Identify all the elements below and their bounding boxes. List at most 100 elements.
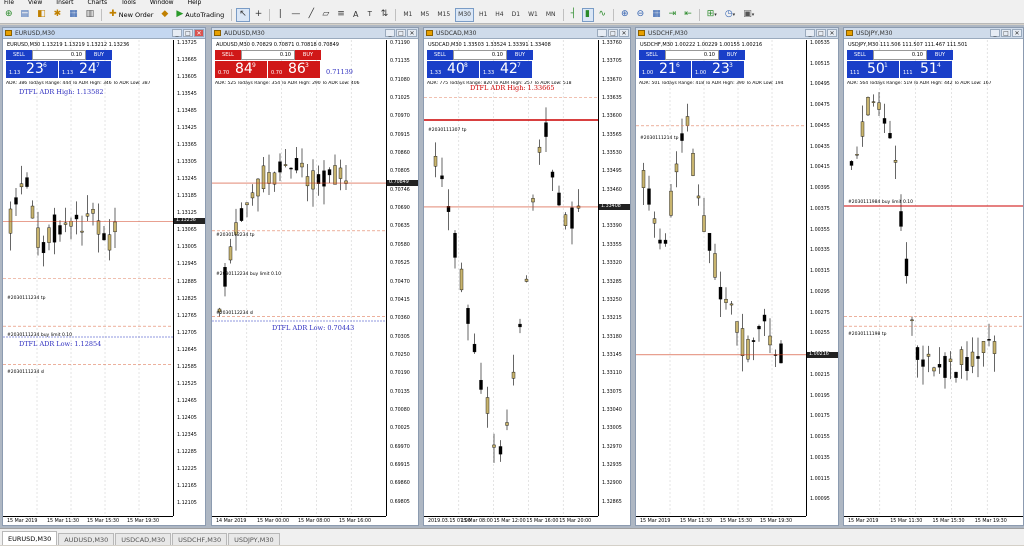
maximize-button[interactable]: □ <box>1001 29 1011 37</box>
lot-size-input[interactable]: 0.10 <box>453 50 507 60</box>
time-axis[interactable]: 15 Mar 2019 15 Mar 11:30 15 Mar 15:30 15 Ma… <box>636 516 806 525</box>
minimize-button[interactable]: _ <box>805 29 815 37</box>
chart-plot-area[interactable]: AUDUSD,M30 0.70829 0.70871 0.70818 0.708… <box>212 40 418 525</box>
timeframe-m15[interactable]: M15 <box>434 8 453 22</box>
timeframe-m30[interactable]: M30 <box>455 7 474 22</box>
close-button[interactable]: ✕ <box>1012 29 1022 37</box>
buy-button[interactable]: BUY <box>86 50 112 60</box>
order-label[interactable]: #2030112234 tp <box>216 233 254 238</box>
order-label[interactable]: #2030111307 tp <box>428 128 466 133</box>
timeframe-h1[interactable]: H1 <box>476 8 490 22</box>
tester-button[interactable]: ▥ <box>83 8 98 22</box>
minimize-button[interactable]: _ <box>172 29 182 37</box>
chart-window-title[interactable]: USDJPY,M30 _ □ ✕ <box>844 28 1023 39</box>
maximize-button[interactable]: □ <box>183 29 193 37</box>
timeframe-m1[interactable]: M1 <box>400 8 415 22</box>
time-axis[interactable]: 2019.03.15 07:00 15 Mar 08:00 15 Mar 12:00… <box>424 516 598 525</box>
bid-price-box[interactable]: 0.70 84 9 <box>215 61 267 78</box>
horizontal-line-tool[interactable]: — <box>288 8 303 22</box>
zoom-in-button[interactable]: ⊕ <box>618 8 632 22</box>
order-label[interactable]: #2030111234 tp <box>7 296 45 301</box>
periods-button[interactable]: ◷ ▾ <box>722 8 738 22</box>
close-button[interactable]: ✕ <box>619 29 629 37</box>
timeframe-m5[interactable]: M5 <box>417 8 432 22</box>
zoom-out-button[interactable]: ⊖ <box>634 8 648 22</box>
timeframe-mn[interactable]: MN <box>543 8 559 22</box>
price-axis[interactable]: 0.71190 0.71135 0.71080 0.71025 0.70970 0.709… <box>386 40 418 516</box>
tab-eurusd[interactable]: EURUSD,M30 <box>2 531 58 545</box>
label-tool[interactable]: T <box>364 8 376 22</box>
sell-button[interactable]: SELL <box>847 50 873 60</box>
time-axis[interactable]: 15 Mar 2019 15 Mar 11:30 15 Mar 15:30 15 Ma… <box>3 516 173 525</box>
maximize-button[interactable]: □ <box>396 29 406 37</box>
bid-price-box[interactable]: 1.00 21 6 <box>639 61 691 78</box>
metaeditor-button[interactable]: ◆ <box>158 8 171 22</box>
order-label[interactable]: #2030111984 buy limit 0.10 <box>848 200 913 205</box>
bid-price-box[interactable]: 1.13 23 6 <box>6 61 58 78</box>
buy-button[interactable]: BUY <box>507 50 533 60</box>
new-chart-button[interactable]: ⊕ <box>2 8 16 22</box>
bid-price-box[interactable]: 1.33 40 8 <box>427 61 479 78</box>
ask-price-box[interactable]: 0.70 86 3 <box>268 61 320 78</box>
sell-button[interactable]: SELL <box>639 50 665 60</box>
cursor-tool[interactable]: ↖ <box>236 7 250 22</box>
buy-button[interactable]: BUY <box>719 50 745 60</box>
candle-chart-button[interactable]: ▮ <box>581 7 594 22</box>
close-button[interactable]: ✕ <box>827 29 837 37</box>
market-watch-button[interactable]: ◧ <box>34 8 49 22</box>
timeframe-h4[interactable]: H4 <box>492 8 506 22</box>
crosshair-tool[interactable]: + <box>252 8 266 22</box>
chart-window-title[interactable]: AUDUSD,M30 _ □ ✕ <box>212 28 418 39</box>
chart-shift-button[interactable]: ⇤ <box>681 8 695 22</box>
price-axis[interactable]: 1.13725 1.13665 1.13605 1.13545 1.13485 1.134… <box>173 40 205 516</box>
price-axis[interactable]: 1.00535 1.00515 1.00495 1.00475 1.00455 1.004… <box>806 40 838 516</box>
lot-size-input[interactable]: 0.10 <box>32 50 86 60</box>
maximize-button[interactable]: □ <box>608 29 618 37</box>
chart-plot-area[interactable]: USDCHF,M30 1.00222 1.00229 1.00155 1.002… <box>636 40 838 525</box>
chart-plot-area[interactable]: USDCAD,M30 1.33503 1.33524 1.33391 1.334… <box>424 40 630 525</box>
minimize-button[interactable]: _ <box>990 29 1000 37</box>
chart-window-title[interactable]: EURUSD,M30 _ □ ✕ <box>3 28 205 39</box>
chart-window-title[interactable]: USDCHF,M30 _ □ ✕ <box>636 28 838 39</box>
chart-plot-area[interactable]: EURUSD,M30 1.13219 1.13219 1.13212 1.132… <box>3 40 205 525</box>
bid-price-box[interactable]: 111 50 1 <box>847 61 899 78</box>
timeframe-w1[interactable]: W1 <box>525 8 541 22</box>
sell-button[interactable]: SELL <box>427 50 453 60</box>
time-axis[interactable]: 14 Mar 2019 15 Mar 00:00 15 Mar 08:00 15 Ma… <box>212 516 386 525</box>
chart-window-4[interactable]: USDJPY,M30 _ □ ✕ USDJPY,M30 111.506 111.… <box>843 27 1024 526</box>
new-order-button[interactable]: ✚ New Order <box>106 8 156 22</box>
chart-window-2[interactable]: USDCAD,M30 _ □ ✕ USDCAD,M30 1.33503 1.33… <box>423 27 631 526</box>
time-axis[interactable]: 15 Mar 2019 15 Mar 11:30 15 Mar 15:30 15 Ma… <box>844 516 1023 525</box>
auto-scroll-button[interactable]: ⇥ <box>666 8 680 22</box>
buy-button[interactable]: BUY <box>295 50 321 60</box>
line-chart-button[interactable]: ∿ <box>596 8 610 22</box>
sell-button[interactable]: SELL <box>6 50 32 60</box>
tab-usdcad[interactable]: USDCAD,M30 <box>115 533 172 545</box>
maximize-button[interactable]: □ <box>816 29 826 37</box>
fibo-tool[interactable]: ≡ <box>334 8 348 22</box>
ask-price-box[interactable]: 1.13 24 7 <box>59 61 111 78</box>
tab-usdchf[interactable]: USDCHF,M30 <box>172 533 228 545</box>
bar-chart-button[interactable]: ┤ <box>568 8 580 22</box>
minimize-button[interactable]: _ <box>385 29 395 37</box>
order-label[interactable]: #2030112234 sl <box>216 311 253 316</box>
chart-window-0[interactable]: EURUSD,M30 _ □ ✕ EURUSD,M30 1.13219 1.13… <box>2 27 206 526</box>
tile-windows-button[interactable]: ▦ <box>649 8 664 22</box>
lot-size-input[interactable]: 0.10 <box>241 50 295 60</box>
ask-price-box[interactable]: 111 51 4 <box>900 61 952 78</box>
order-label[interactable]: #2030111214 tp <box>640 136 678 141</box>
close-button[interactable]: ✕ <box>407 29 417 37</box>
order-label[interactable]: #2030111198 tp <box>848 332 886 337</box>
order-label[interactable]: #2030111234 sl <box>7 370 44 375</box>
text-tool[interactable]: A <box>350 8 362 22</box>
indicators-button[interactable]: ⊞ ▾ <box>704 8 720 22</box>
sell-button[interactable]: SELL <box>215 50 241 60</box>
order-label[interactable]: #2030112234 buy limit 0.10 <box>216 272 281 277</box>
autotrading-button[interactable]: ▶ AutoTrading <box>173 8 227 22</box>
trendline-tool[interactable]: ╱ <box>305 8 317 22</box>
chart-window-1[interactable]: AUDUSD,M30 _ □ ✕ AUDUSD,M30 0.70829 0.70… <box>211 27 419 526</box>
vertical-line-tool[interactable]: | <box>274 8 286 22</box>
lot-size-input[interactable]: 0.10 <box>873 50 927 60</box>
arrows-tool[interactable]: ⇅ <box>378 8 392 22</box>
chart-plot-area[interactable]: USDJPY,M30 111.506 111.507 111.467 111.5… <box>844 40 1023 525</box>
